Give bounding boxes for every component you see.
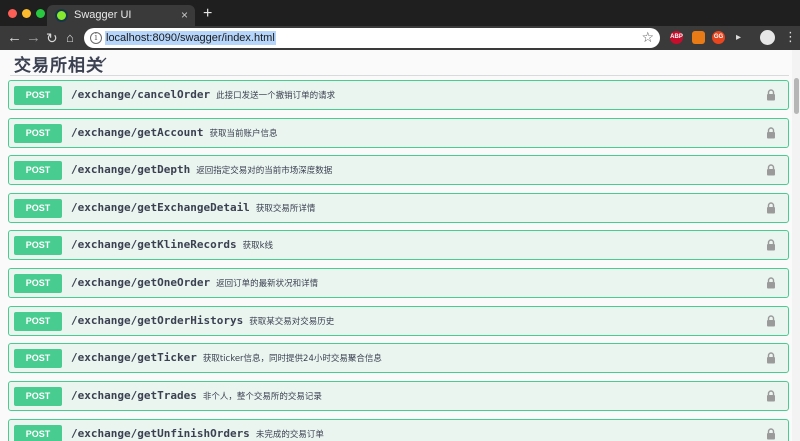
browser-tab[interactable]: Swagger UI ×: [47, 5, 195, 26]
path-text: /exchange/getTrades: [71, 389, 197, 402]
adblock-extension-icon[interactable]: ABP: [670, 31, 683, 44]
operation-row[interactable]: POST /exchange/getAccount 获取当前账户信息: [8, 118, 789, 148]
lock-icon[interactable]: [766, 202, 776, 214]
extension-icon[interactable]: ▸: [732, 31, 745, 44]
operation-path: /exchange/getKlineRecords 获取k线: [71, 238, 273, 251]
path-text: /exchange/getUnfinishOrders: [71, 427, 250, 440]
operation-summary: 获取k线: [242, 241, 274, 251]
operation-path: /exchange/getOrderHistorys 获取某交易对交易历史: [71, 314, 334, 327]
operation-path: /exchange/getTrades 非个人，整个交易所的交易记录: [71, 389, 322, 402]
method-badge: POST: [14, 387, 62, 406]
path-text: /exchange/getKlineRecords: [71, 238, 237, 251]
operation-row[interactable]: POST /exchange/getKlineRecords 获取k线: [8, 230, 789, 260]
operation-row[interactable]: POST /exchange/getOneOrder 返回订单的最新状况和详情: [8, 268, 789, 298]
browser-menu-icon[interactable]: ⋮: [784, 29, 797, 45]
operation-row[interactable]: POST /exchange/getTrades 非个人，整个交易所的交易记录: [8, 381, 789, 411]
method-badge: POST: [14, 312, 62, 331]
lock-icon[interactable]: [766, 89, 776, 101]
method-badge: POST: [14, 161, 62, 180]
operation-row[interactable]: POST /exchange/getUnfinishOrders 未完成的交易订单: [8, 419, 789, 441]
tab-title: Swagger UI: [74, 9, 132, 21]
lock-icon[interactable]: [766, 315, 776, 327]
section-title: 交易所相关: [14, 56, 104, 75]
minimize-window-button[interactable]: [22, 9, 31, 18]
back-button[interactable]: ←: [7, 29, 22, 47]
site-info-icon[interactable]: i: [90, 32, 102, 44]
chevron-down-icon[interactable]: [94, 54, 108, 68]
close-window-button[interactable]: [8, 9, 17, 18]
scrollbar-thumb[interactable]: [794, 78, 799, 114]
forward-button[interactable]: →: [26, 29, 41, 47]
path-text: /exchange/getOneOrder: [71, 276, 211, 289]
operation-row[interactable]: POST /exchange/getDepth 返回指定交易对的当前市场深度数据: [8, 155, 789, 185]
operation-summary: 返回指定交易对的当前市场深度数据: [196, 166, 333, 176]
lock-icon[interactable]: [766, 127, 776, 139]
operation-summary: 未完成的交易订单: [255, 430, 324, 440]
operation-summary: 获取交易所详情: [255, 204, 316, 214]
browser-toolbar: ← → ↻ ⌂ i localhost:8090/swagger/index.h…: [0, 26, 800, 50]
operation-summary: 获取ticker信息，同时提供24小时交易聚合信息: [202, 354, 382, 364]
method-badge: POST: [14, 425, 62, 441]
operation-path: /exchange/getDepth 返回指定交易对的当前市场深度数据: [71, 163, 332, 176]
operation-summary: 非个人，整个交易所的交易记录: [202, 392, 322, 402]
gg-extension-icon[interactable]: GG: [712, 31, 725, 44]
section-header[interactable]: 交易所相关: [14, 51, 107, 76]
operation-path: /exchange/getExchangeDetail 获取交易所详情: [71, 201, 315, 214]
operation-row[interactable]: POST /exchange/getTicker 获取ticker信息，同时提供2…: [8, 343, 789, 373]
operation-summary: 获取某交易对交易历史: [249, 317, 335, 327]
path-text: /exchange/getTicker: [71, 351, 197, 364]
path-text: /exchange/getDepth: [71, 163, 191, 176]
section-divider: [10, 75, 789, 76]
url-text[interactable]: localhost:8090/swagger/index.html: [105, 31, 276, 45]
address-bar[interactable]: i localhost:8090/swagger/index.html ☆: [84, 28, 660, 48]
page-scrollbar[interactable]: [792, 50, 800, 441]
tab-close-icon[interactable]: ×: [181, 8, 188, 22]
operation-summary: 此接口发送一个撤销订单的请求: [216, 91, 336, 101]
operation-row[interactable]: POST /exchange/cancelOrder 此接口发送一个撤销订单的请求: [8, 80, 789, 110]
method-badge: POST: [14, 274, 62, 293]
method-badge: POST: [14, 86, 62, 105]
method-badge: POST: [14, 349, 62, 368]
lock-icon[interactable]: [766, 277, 776, 289]
operation-row[interactable]: POST /exchange/getOrderHistorys 获取某交易对交易历…: [8, 306, 789, 336]
home-button[interactable]: ⌂: [66, 29, 74, 47]
profile-avatar[interactable]: [760, 30, 775, 45]
lock-icon[interactable]: [766, 352, 776, 364]
operation-summary: 返回订单的最新状况和详情: [216, 279, 319, 289]
swagger-page: 交易所相关 POST /exchange/cancelOrder 此接口发送一个撤…: [0, 50, 800, 441]
bookmark-star-icon[interactable]: ☆: [641, 29, 654, 46]
method-badge: POST: [14, 199, 62, 218]
operation-path: /exchange/getUnfinishOrders 未完成的交易订单: [71, 427, 324, 440]
operation-path: /exchange/getAccount 获取当前账户信息: [71, 126, 277, 139]
swagger-favicon-icon: [55, 9, 68, 22]
operation-path: /exchange/getTicker 获取ticker信息，同时提供24小时交易…: [71, 351, 382, 364]
browser-titlebar: Swagger UI × +: [0, 0, 800, 26]
fox-extension-icon[interactable]: [692, 31, 705, 44]
lock-icon[interactable]: [766, 164, 776, 176]
method-badge: POST: [14, 236, 62, 255]
operation-row[interactable]: POST /exchange/getExchangeDetail 获取交易所详情: [8, 193, 789, 223]
reload-button[interactable]: ↻: [46, 29, 58, 47]
lock-icon[interactable]: [766, 428, 776, 440]
new-tab-button[interactable]: +: [203, 6, 212, 22]
path-text: /exchange/getExchangeDetail: [71, 201, 250, 214]
path-text: /exchange/getOrderHistorys: [71, 314, 244, 327]
path-text: /exchange/getAccount: [71, 126, 204, 139]
operation-summary: 获取当前账户信息: [209, 129, 278, 139]
operation-path: /exchange/cancelOrder 此接口发送一个撤销订单的请求: [71, 88, 335, 101]
method-badge: POST: [14, 124, 62, 143]
lock-icon[interactable]: [766, 390, 776, 402]
maximize-window-button[interactable]: [36, 9, 45, 18]
lock-icon[interactable]: [766, 239, 776, 251]
operation-path: /exchange/getOneOrder 返回订单的最新状况和详情: [71, 276, 318, 289]
path-text: /exchange/cancelOrder: [71, 88, 211, 101]
